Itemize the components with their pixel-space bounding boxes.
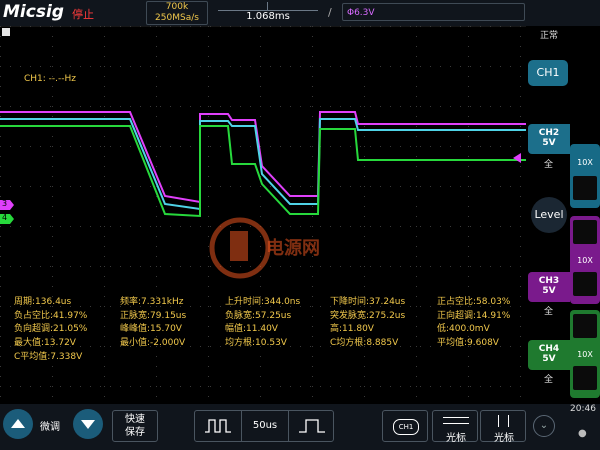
ch2-probe-mult: 10X bbox=[577, 158, 593, 167]
ch2-label: CH2 bbox=[538, 128, 560, 138]
memory-depth: 700k bbox=[165, 2, 189, 12]
meas-max: 最大值:13.72V bbox=[14, 338, 76, 348]
meas-neg-overshoot: 负向超调:21.05% bbox=[14, 324, 88, 334]
ch2-coupling: 全 bbox=[544, 160, 554, 170]
ch1-frequency-readout: CH1: --.--Hz bbox=[24, 74, 77, 84]
ch4-label: CH4 bbox=[538, 344, 560, 354]
horizontal-cursor-button[interactable]: 光标 bbox=[432, 410, 478, 444]
h-cursor-line-bottom bbox=[443, 423, 469, 424]
meas-peak-peak: 峰峰值:15.70V bbox=[120, 324, 182, 334]
ch4-scale: 5V bbox=[542, 354, 556, 364]
meas-cycle-rms: C均方根:8.885V bbox=[330, 338, 399, 348]
quick-save-line1: 快速 bbox=[125, 414, 145, 425]
trigger-edge-icon[interactable]: / bbox=[328, 6, 332, 19]
meas-burst-width: 突发脉宽:275.2us bbox=[330, 311, 406, 321]
ch3-side-card[interactable]: 10X bbox=[570, 216, 600, 304]
ch1-button[interactable]: CH1 bbox=[528, 60, 568, 86]
run-stop-status[interactable]: 停止 bbox=[72, 6, 94, 22]
ch4-probe-mult: 10X bbox=[577, 350, 593, 359]
v-cursor-line-right bbox=[508, 415, 509, 427]
vertical-cursor-button[interactable]: 光标 bbox=[480, 410, 526, 444]
ch3-probe-mult: 10X bbox=[577, 256, 593, 265]
channel-select-label: CH1 bbox=[393, 419, 419, 435]
meas-frequency: 频率:7.331kHz bbox=[120, 297, 184, 307]
level-button[interactable]: Level bbox=[531, 197, 567, 233]
ch4-pulse-icon-2[interactable] bbox=[573, 366, 597, 390]
channel-select-button[interactable]: CH1 bbox=[382, 410, 428, 442]
meas-pos-duty: 正占空比:58.03% bbox=[437, 297, 511, 307]
ch2-pulse-icon[interactable] bbox=[573, 176, 597, 200]
meas-min: 最小值:-2.000V bbox=[120, 338, 186, 348]
meas-period: 周期:136.4us bbox=[14, 297, 72, 307]
chevron-down-icon: ⌄ bbox=[539, 420, 549, 431]
meas-rise-time: 上升时间:344.0ns bbox=[225, 297, 301, 307]
watermark-text: 电源网 bbox=[266, 238, 320, 259]
ch3-pulse-icon-2[interactable] bbox=[573, 272, 597, 296]
clock: 20:46 bbox=[570, 404, 596, 414]
h-cursor-line-top bbox=[443, 417, 469, 418]
ch3-button[interactable]: CH3 5V bbox=[528, 272, 570, 302]
meas-neg-duty: 负占空比:41.97% bbox=[14, 311, 88, 321]
timebase-control[interactable]: 50us bbox=[194, 410, 334, 442]
ch4-pulse-icon[interactable] bbox=[573, 314, 597, 338]
ch4-coupling: 全 bbox=[544, 375, 554, 385]
wifi-icon: ● bbox=[578, 428, 587, 439]
ch4-side-card[interactable]: 10X bbox=[570, 310, 600, 398]
ch1-marker bbox=[2, 28, 10, 36]
horizontal-cursor-label: 光标 bbox=[446, 433, 466, 444]
v-cursor-line-left bbox=[498, 415, 499, 427]
acquire-mode[interactable]: 正常 bbox=[540, 28, 558, 41]
meas-pos-width: 正脉宽:79.15us bbox=[120, 311, 187, 321]
quick-save-line2: 保存 bbox=[125, 427, 145, 438]
ch3-label: CH3 bbox=[538, 276, 560, 286]
time-ruler bbox=[218, 2, 318, 11]
ch2-scale: 5V bbox=[542, 138, 556, 148]
brand-logo: Micsig bbox=[3, 2, 64, 22]
timebase-value[interactable]: 50us bbox=[241, 411, 289, 441]
ch2-side-card[interactable]: 10X bbox=[570, 144, 600, 208]
meas-rms: 均方根:10.53V bbox=[225, 338, 287, 348]
meas-high: 高:11.80V bbox=[330, 324, 374, 334]
timebase-increase-icon[interactable] bbox=[299, 419, 325, 433]
sample-rate: 250MSa/s bbox=[155, 13, 199, 23]
trigger-level-marker[interactable] bbox=[513, 153, 521, 163]
collapse-panel-button[interactable]: ⌄ bbox=[533, 415, 555, 437]
fine-adjust-label: 微调 bbox=[40, 422, 60, 433]
ch3-pulse-icon[interactable] bbox=[573, 220, 597, 244]
ch3-coupling: 全 bbox=[544, 307, 554, 317]
quick-save-button[interactable]: 快速 保存 bbox=[112, 410, 158, 442]
vertical-cursor-label: 光标 bbox=[494, 433, 514, 444]
trigger-level-box[interactable]: Φ6.3V bbox=[342, 3, 525, 21]
chevron-up-icon bbox=[11, 419, 25, 428]
fine-up-button[interactable] bbox=[3, 409, 33, 439]
ch3-scale: 5V bbox=[542, 286, 556, 296]
horizontal-position[interactable]: 1.068ms bbox=[218, 1, 318, 23]
fine-down-button[interactable] bbox=[73, 409, 103, 439]
ch3-marker-label: 3 bbox=[2, 199, 8, 208]
time-position-value: 1.068ms bbox=[246, 11, 290, 22]
meas-cycle-mean: C平均值:7.338V bbox=[14, 352, 83, 362]
meas-mean: 平均值:9.608V bbox=[437, 338, 499, 348]
acquisition-info[interactable]: 700k 250MSa/s bbox=[146, 1, 208, 25]
ch4-marker-label: 4 bbox=[2, 213, 8, 222]
ch2-button[interactable]: CH2 5V bbox=[528, 124, 570, 154]
meas-low: 低:400.0mV bbox=[437, 324, 490, 334]
meas-fall-time: 下降时间:37.24us bbox=[330, 297, 406, 307]
meas-amplitude: 幅值:11.40V bbox=[225, 324, 278, 334]
meas-pos-overshoot: 正向超调:14.91% bbox=[437, 311, 511, 321]
ch4-button[interactable]: CH4 5V bbox=[528, 340, 570, 370]
timebase-decrease-icon[interactable] bbox=[205, 419, 231, 433]
meas-neg-width: 负脉宽:57.25us bbox=[225, 311, 292, 321]
chevron-down-icon bbox=[81, 420, 95, 429]
